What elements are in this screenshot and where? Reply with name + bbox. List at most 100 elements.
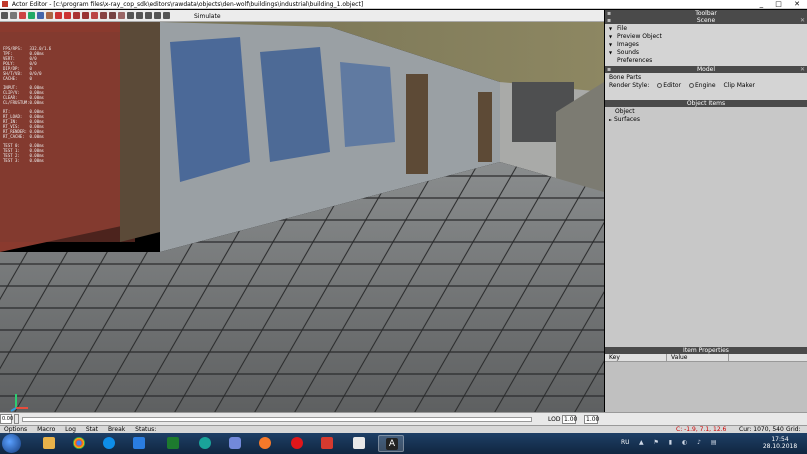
scene-item-preferences[interactable]: Preferences (609, 57, 803, 65)
render-engine-radio[interactable]: Engine (688, 82, 716, 90)
expand-arrow-icon: ► (609, 117, 613, 122)
toolbar-tool-icon[interactable] (46, 12, 53, 19)
cube-icon (353, 437, 365, 449)
toolbar-panel-header[interactable]: ▪ Toolbar (605, 10, 807, 17)
opera-icon (291, 437, 303, 449)
right-panel: ▪ Toolbar ▪ Scene ✕ ▼ File ▼ Preview Object ▼… (605, 10, 807, 425)
object-items-tree: Object ► Surfaces (605, 107, 807, 347)
clock-time: 17:54 (771, 436, 789, 443)
language-indicator[interactable]: RU (621, 439, 630, 446)
toolbar-tool-icon[interactable] (109, 12, 116, 19)
discord-icon (229, 437, 241, 449)
timeline-slider[interactable] (22, 417, 532, 422)
timeline-bar: 0.00 LOD 1.00 1.00 (0, 412, 807, 425)
time-field[interactable]: 0.00 (0, 414, 13, 424)
scene-item-sounds[interactable]: ▼ Sounds (609, 49, 803, 57)
app-icon (2, 1, 8, 7)
taskbar-app-blue[interactable] (126, 435, 152, 452)
app-icon (199, 437, 211, 449)
bone-parts-button[interactable]: Bone Parts (609, 74, 803, 82)
taskbar-blender[interactable] (252, 435, 278, 452)
toolbar-tool-icon[interactable] (37, 12, 44, 19)
taskbar-explorer[interactable] (36, 435, 62, 452)
spreadsheet-icon (167, 437, 179, 449)
toolbar-tool-icon[interactable] (82, 12, 89, 19)
folder-icon (43, 437, 55, 449)
taskbar: A RU ▲ ⚑ ▮ ◐ ♪ ▤ 17:54 28.10.2018 (0, 433, 807, 454)
toolbar-tool-icon[interactable] (136, 12, 143, 19)
lod-value-field[interactable]: 1.00 (562, 415, 577, 424)
scene-item-images[interactable]: ▼ Images (609, 41, 803, 49)
taskbar-actor-editor[interactable]: A (378, 435, 404, 452)
taskbar-opera[interactable] (284, 435, 310, 452)
3d-viewport[interactable]: FPS/RPS: 332.0/1.6 TPF: 0.00ms VERT: 0/0 PO… (0, 22, 604, 412)
expand-arrow-icon: ▼ (609, 26, 613, 31)
tree-item-object[interactable]: Object (609, 108, 803, 116)
taskbar-teamviewer[interactable] (96, 435, 122, 452)
chrome-icon (73, 437, 85, 449)
blender-icon (259, 437, 271, 449)
toolbar-tool-icon[interactable] (55, 12, 62, 19)
taskbar-chrome[interactable] (66, 435, 92, 452)
toolbar-tool-icon[interactable] (1, 12, 8, 19)
title-bar: Actor Editor - [c:\program files\x-ray_c… (0, 0, 807, 9)
ip-value-header: Value (667, 354, 729, 361)
toolbar-tool-icon[interactable] (163, 12, 170, 19)
clip-maker-button[interactable]: Clip Maker (723, 82, 755, 90)
lod-value-field-2[interactable]: 1.00 (584, 415, 599, 424)
app-icon (321, 437, 333, 449)
app-icon (133, 437, 145, 449)
model-panel-header[interactable]: ▪ Model ✕ (605, 66, 807, 73)
expand-arrow-icon: ▼ (609, 34, 613, 39)
taskbar-red-app[interactable] (314, 435, 340, 452)
render-editor-radio[interactable]: Editor (657, 82, 681, 90)
toolbar-tool-icon[interactable] (19, 12, 26, 19)
axis-gizmo-icon (10, 394, 28, 412)
toolbar-tool-icon[interactable] (154, 12, 161, 19)
stat-line: CL/FRUSTUM:0.00ms (3, 100, 44, 105)
viewport-toolbar: Simulate (0, 10, 604, 22)
stat-line: TEST 3: 0.00ms (3, 158, 44, 163)
actor-editor-window: Actor Editor - [c:\program files\x-ray_c… (0, 0, 807, 454)
toolbar-tool-icon[interactable] (127, 12, 134, 19)
teamviewer-icon (103, 437, 115, 449)
taskbar-csv[interactable] (160, 435, 186, 452)
object-items-header[interactable]: Object Items (605, 100, 807, 107)
scene-menu-list: ▼ File ▼ Preview Object ▼ Images ▼ Sounds Pr… (605, 24, 807, 66)
scene-item-file[interactable]: ▼ File (609, 25, 803, 33)
render-style-label: Render Style: (609, 82, 650, 89)
item-properties-grid: Key Value (605, 354, 807, 413)
actor-editor-icon: A (386, 438, 398, 450)
model-panel: Bone Parts Render Style: Editor Engine C… (605, 73, 807, 100)
ip-key-header: Key (605, 354, 667, 361)
window-title: Actor Editor - [c:\program files\x-ray_c… (11, 1, 364, 8)
toolbar-tool-icon[interactable] (100, 12, 107, 19)
start-button[interactable] (2, 434, 21, 453)
taskbar-discord[interactable] (222, 435, 248, 452)
toolbar-tool-icon[interactable] (91, 12, 98, 19)
clock[interactable]: 17:54 28.10.2018 (760, 436, 800, 450)
expand-arrow-icon: ▼ (609, 42, 613, 47)
toolbar-tool-icon[interactable] (10, 12, 17, 19)
stats-overlay: FPS/RPS: 332.0/1.6 TPF: 0.00ms VERT: 0/0 PO… (3, 46, 51, 163)
tray-icons[interactable]: ▲ ⚑ ▮ ◐ ♪ ▤ (639, 439, 721, 446)
stat-line: RT_CACHE: 0.00ms (3, 134, 44, 139)
scene-panel-header[interactable]: ▪ Scene ✕ (605, 17, 807, 24)
scene-render (0, 22, 604, 412)
window-controls[interactable]: _ □ ✕ (760, 0, 805, 9)
toolbar-tool-icon[interactable] (64, 12, 71, 19)
taskbar-teal-app[interactable] (192, 435, 218, 452)
toolbar-tool-icon[interactable] (73, 12, 80, 19)
item-properties-header[interactable]: Item Properties (605, 347, 807, 354)
toolbar-tool-icon[interactable] (28, 12, 35, 19)
time-field-2[interactable] (14, 414, 19, 424)
expand-arrow-icon: ▼ (609, 50, 613, 55)
taskbar-cube-app[interactable] (346, 435, 372, 452)
simulate-button[interactable]: Simulate (193, 11, 222, 21)
clock-date: 28.10.2018 (762, 443, 798, 450)
toolbar-tool-icon[interactable] (118, 12, 125, 19)
toolbar-tool-icon[interactable] (145, 12, 152, 19)
status-bar: Options Macro Log Stat Break Status: C: … (0, 425, 807, 441)
tree-item-surfaces[interactable]: ► Surfaces (609, 116, 803, 124)
scene-item-preview-object[interactable]: ▼ Preview Object (609, 33, 803, 41)
